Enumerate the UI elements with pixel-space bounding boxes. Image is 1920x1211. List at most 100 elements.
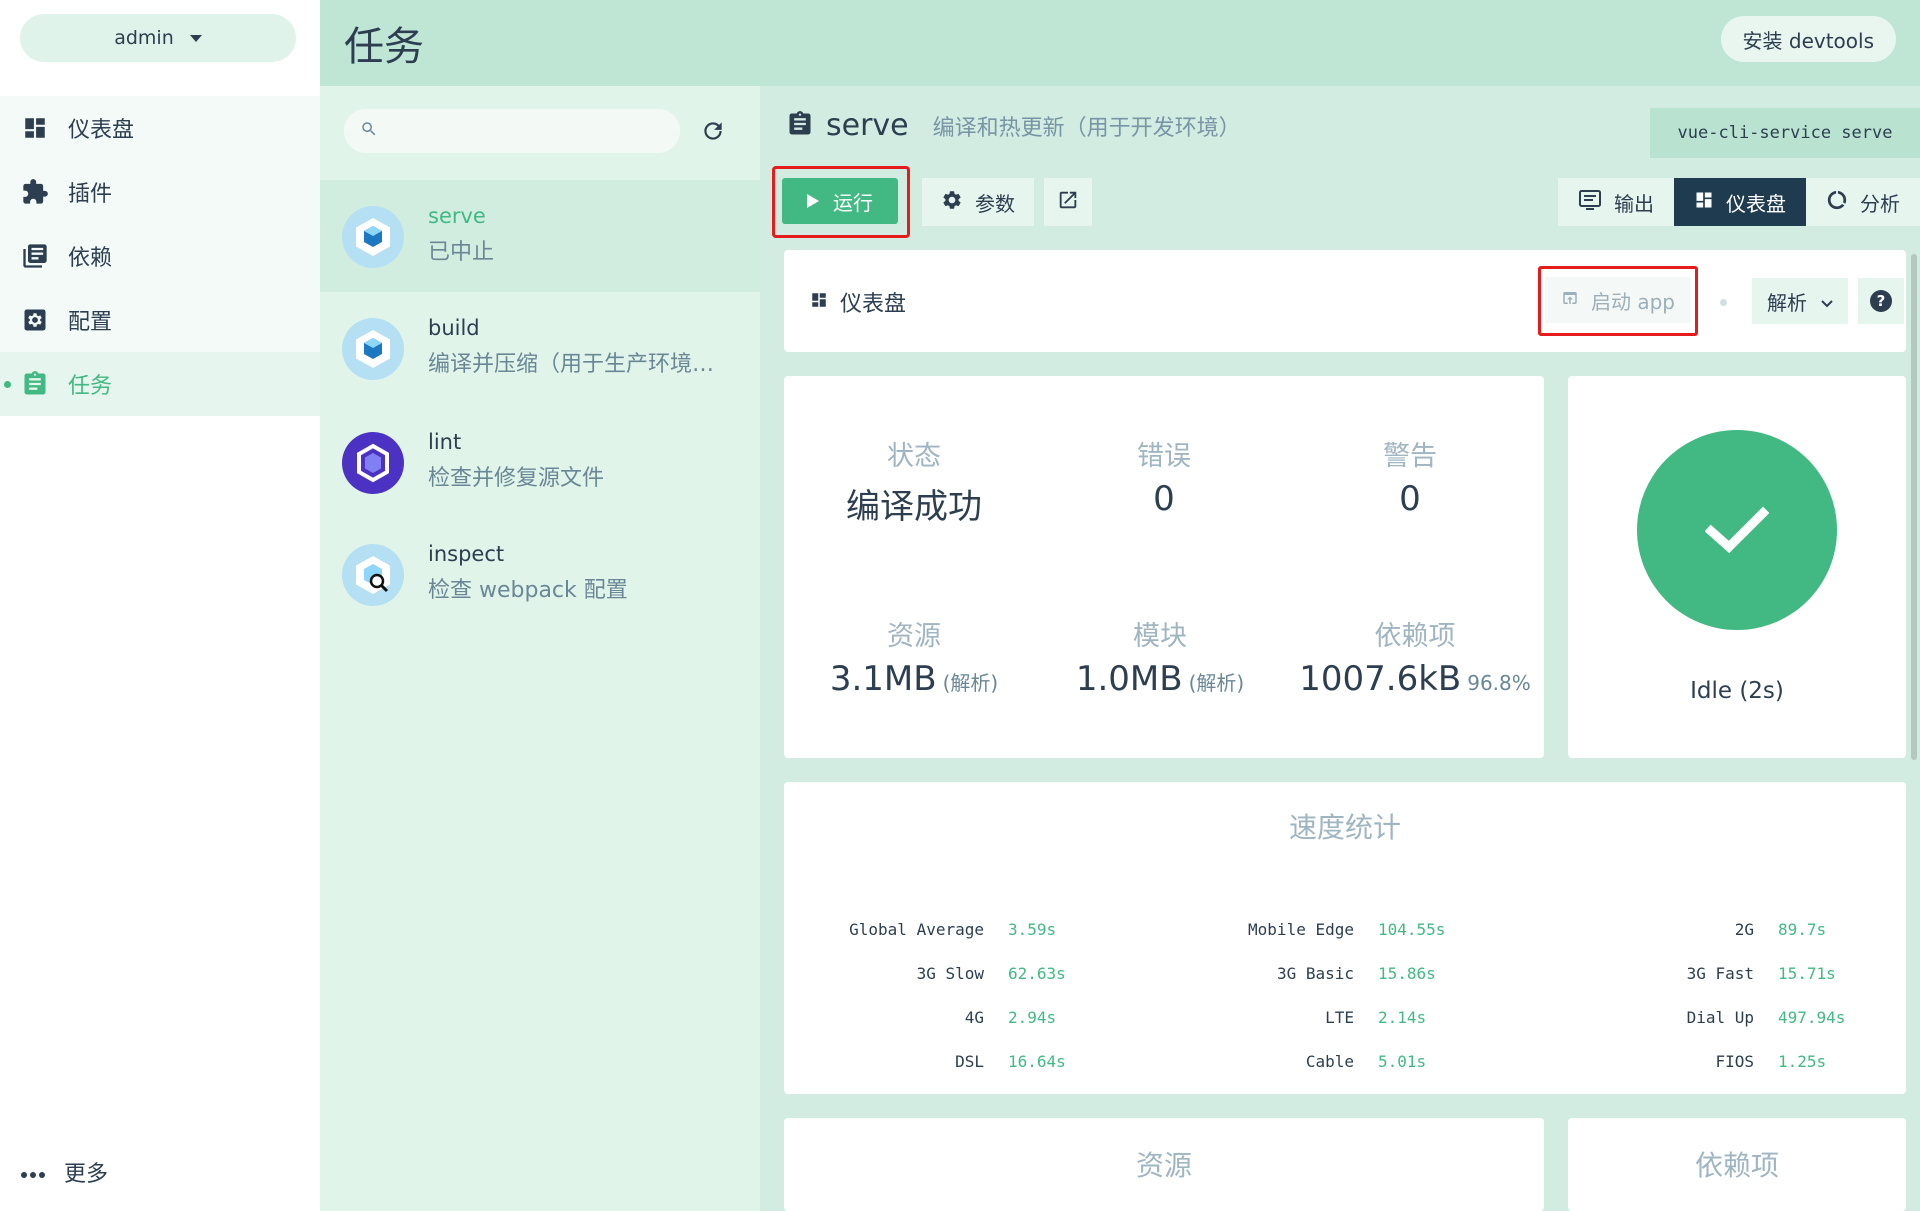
- parameters-button[interactable]: 参数: [922, 178, 1034, 226]
- stat-errors: 错误 0: [1044, 434, 1284, 519]
- project-selector[interactable]: admin: [20, 14, 296, 62]
- speed-row: 4G 2.94s: [784, 1008, 1128, 1027]
- stat-value: 编译成功: [846, 487, 982, 527]
- dependencies-card: 依赖项: [1568, 1118, 1906, 1211]
- task-item-inspect[interactable]: inspect 检查 webpack 配置: [320, 518, 760, 630]
- open-in-new-icon: [1057, 189, 1079, 215]
- speed-row: Cable 5.01s: [1154, 1052, 1498, 1071]
- more-dots-icon: [20, 1160, 46, 1185]
- sidebar-item-dashboard[interactable]: 仪表盘: [0, 96, 320, 160]
- install-devtools-button[interactable]: 安装 devtools: [1720, 16, 1896, 62]
- search-box: [344, 109, 680, 153]
- refresh-icon[interactable]: [700, 118, 726, 144]
- speed-label: Global Average: [849, 920, 984, 939]
- dashboard-icon: [1694, 190, 1714, 215]
- task-name: build: [428, 316, 480, 340]
- sidebar-item-label: 任务: [68, 374, 113, 399]
- task-item-lint[interactable]: lint 检查并修复源文件: [320, 406, 760, 518]
- speed-value: 89.7s: [1778, 920, 1827, 939]
- webpack-icon: [342, 318, 404, 380]
- stat-note: (解析): [942, 671, 999, 695]
- launch-app-button[interactable]: 启动 app: [1545, 277, 1691, 323]
- task-title: serve: [826, 108, 909, 143]
- webpack-icon: [342, 206, 404, 268]
- tab-output[interactable]: 输出: [1558, 178, 1674, 226]
- separator-dot: [1720, 299, 1727, 306]
- speed-label: 3G Basic: [1276, 964, 1354, 983]
- sidebar: admin 仪表盘 插件 依赖 配置 任务 更多: [0, 0, 320, 1211]
- tab-label: 分析: [1860, 191, 1900, 216]
- sidebar-item-configuration[interactable]: 配置: [0, 288, 320, 352]
- more-button[interactable]: 更多: [20, 1156, 108, 1188]
- dashboard-icon: [20, 113, 50, 143]
- task-item-build[interactable]: build 编译并压缩（用于生产环境…: [320, 292, 760, 404]
- speed-row: Mobile Edge 104.55s: [1154, 920, 1498, 939]
- search-icon: [360, 120, 378, 142]
- tab-analyzer[interactable]: 分析: [1806, 178, 1920, 226]
- parameters-label: 参数: [975, 191, 1015, 216]
- speed-row: Global Average 3.59s: [784, 920, 1128, 939]
- stat-label: 状态: [887, 441, 941, 472]
- speed-label: LTE: [1325, 1008, 1354, 1027]
- search-input[interactable]: [388, 120, 668, 142]
- build-stats-card: 状态 编译成功 错误 0 警告 0 资源 3.1MB (解析) 模块 1.0MB(…: [784, 376, 1544, 758]
- help-icon: ?: [1870, 290, 1892, 312]
- stat-label: 错误: [1137, 441, 1191, 472]
- sidebar-item-label: 插件: [68, 182, 113, 207]
- speed-value: 497.94s: [1778, 1008, 1846, 1027]
- run-highlight: 运行: [772, 166, 910, 238]
- help-button[interactable]: ?: [1858, 278, 1904, 324]
- run-button[interactable]: 运行: [782, 178, 898, 224]
- stat-label: 警告: [1383, 441, 1437, 472]
- speed-value: 2.14s: [1378, 1008, 1427, 1027]
- task-name: serve: [428, 204, 486, 228]
- active-indicator: [4, 381, 11, 388]
- speed-value: 2.94s: [1008, 1008, 1057, 1027]
- sidebar-item-tasks[interactable]: 任务: [0, 352, 320, 416]
- open-in-browser-icon: [1561, 288, 1579, 312]
- speed-label: 3G Fast: [1686, 964, 1754, 983]
- speed-row: LTE 2.14s: [1154, 1008, 1498, 1027]
- speed-label: Dial Up: [1686, 1008, 1754, 1027]
- analyze-mode-dropdown[interactable]: 解析: [1752, 278, 1848, 324]
- dashboard-heading: 仪表盘: [810, 286, 906, 318]
- speed-value: 5.01s: [1378, 1052, 1427, 1071]
- stat-note: (解析): [1188, 671, 1245, 695]
- tab-label: 输出: [1614, 191, 1654, 216]
- chevron-down-icon: [1821, 289, 1833, 313]
- build-status-card: Idle (2s): [1568, 376, 1906, 758]
- scrollbar[interactable]: [1911, 254, 1917, 760]
- puzzle-icon: [20, 177, 50, 207]
- speed-value: 1.25s: [1778, 1052, 1827, 1071]
- idle-status: Idle (2s): [1690, 678, 1784, 704]
- tab-dashboard[interactable]: 仪表盘: [1674, 178, 1806, 226]
- launch-app-highlight: 启动 app: [1538, 266, 1698, 336]
- task-subtitle: 编译和热更新（用于开发环境）: [932, 115, 1241, 141]
- clipboard-icon: [20, 369, 50, 399]
- dependencies-title: 依赖项: [1694, 1149, 1779, 1182]
- speed-value: 15.86s: [1378, 964, 1436, 983]
- launch-app-label: 启动 app: [1590, 289, 1675, 314]
- stat-note: 96.8%: [1467, 671, 1531, 695]
- eslint-icon: [342, 432, 404, 494]
- task-description: 编译并压缩（用于生产环境…: [428, 352, 715, 377]
- tab-label: 仪表盘: [1726, 191, 1786, 216]
- view-tabs: 输出 仪表盘 分析: [1558, 178, 1920, 226]
- stat-label: 模块: [1133, 621, 1187, 652]
- task-description: 检查 webpack 配置: [428, 578, 628, 603]
- task-list-panel: serve 已中止 build 编译并压缩（用于生产环境… lint 检查并修复…: [320, 86, 760, 1211]
- run-label: 运行: [833, 190, 873, 215]
- settings-box-icon: [20, 305, 50, 335]
- sidebar-item-dependencies[interactable]: 依赖: [0, 224, 320, 288]
- sidebar-item-plugins[interactable]: 插件: [0, 160, 320, 224]
- speed-label: FIOS: [1715, 1052, 1754, 1071]
- stat-label: 资源: [887, 621, 941, 652]
- task-item-serve[interactable]: serve 已中止: [320, 180, 760, 292]
- open-external-button[interactable]: [1044, 178, 1092, 226]
- sidebar-item-label: 依赖: [68, 246, 113, 271]
- stat-number: 1007.6kB: [1299, 659, 1462, 699]
- task-header: serve 编译和热更新（用于开发环境）: [786, 108, 1241, 143]
- dashboard-title: 仪表盘: [840, 292, 907, 317]
- speed-label: 4G: [964, 1008, 984, 1027]
- speed-row: DSL 16.64s: [784, 1052, 1128, 1071]
